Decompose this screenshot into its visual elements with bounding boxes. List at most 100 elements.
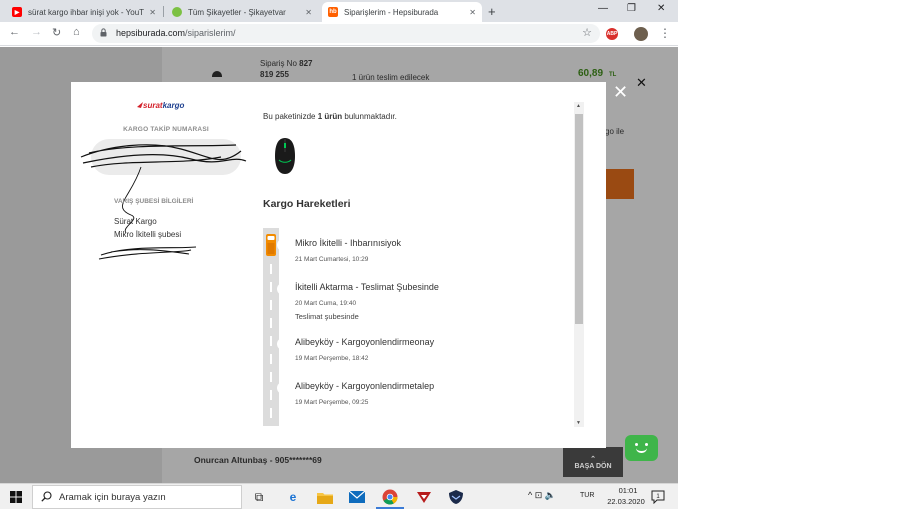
timeline-marker xyxy=(277,239,289,251)
order-number: 819 255 xyxy=(260,70,289,79)
branch-name: Mikro İkitelli şubesi xyxy=(114,230,182,239)
file-explorer-icon[interactable] xyxy=(316,488,334,506)
clock-date[interactable]: 22.03.2020 xyxy=(603,497,649,506)
chat-eye xyxy=(645,443,648,446)
tab-title: sürat kargo ihbar inişi yok - YouT xyxy=(28,7,145,17)
svg-text:1: 1 xyxy=(656,494,660,500)
gaming-mouse-product-image[interactable] xyxy=(274,136,296,176)
return-text: go ile xyxy=(605,127,625,136)
timeline-marker xyxy=(277,283,289,295)
back-to-top-label: BAŞA DÖN xyxy=(574,462,612,470)
order-currency: TL xyxy=(609,72,617,78)
search-placeholder: Aramak için buraya yazın xyxy=(59,492,166,503)
step-date: 19 Mart Perşembe, 09:25 xyxy=(295,399,369,406)
url-path: /siparislerim/ xyxy=(185,28,236,38)
adblock-extension-icon[interactable]: ABP xyxy=(606,28,618,40)
branch-info-title: VARIŞ ŞUBESİ BİLGİLERİ xyxy=(114,198,194,205)
tab-title: Tüm Şikayetler - Şikayetvar xyxy=(188,7,286,17)
youtube-icon: ▶ xyxy=(12,7,22,17)
modal-close-icon[interactable]: ✕ xyxy=(613,83,628,101)
tab-close-icon[interactable]: ✕ xyxy=(469,8,476,17)
step-location: Alibeyköy - Kargoyonlendirmeonay xyxy=(295,337,435,347)
chat-smile xyxy=(636,448,647,453)
browser-menu-icon[interactable]: ⋮ xyxy=(659,26,671,40)
road-dash xyxy=(270,408,272,418)
customer-info: Onurcan Altunbaş - 905*******69 xyxy=(194,455,322,465)
clock-time[interactable]: 01:01 xyxy=(609,486,647,495)
hepsiburada-icon: hb xyxy=(328,7,338,17)
scrollbar-thumb[interactable] xyxy=(575,114,583,324)
step-date: 19 Mart Perşembe, 18:42 xyxy=(295,355,369,362)
tracking-number-title: KARGO TAKİP NUMARASI xyxy=(123,126,209,133)
game-app-icon[interactable] xyxy=(415,488,433,506)
tab-hepsiburada[interactable]: hb Siparişlerim - Hepsiburada ✕ xyxy=(322,2,482,22)
windows-taskbar: Aramak için buraya yazın ⧉ e ^ ⊡ 🔈 TUR 0… xyxy=(0,483,678,509)
back-arrow-icon[interactable]: ← xyxy=(9,26,20,38)
step-date: 20 Mart Cuma, 19:40 xyxy=(295,300,357,307)
scroll-down-arrow-icon[interactable]: ▼ xyxy=(576,420,581,426)
tab-title: Siparişlerim - Hepsiburada xyxy=(344,7,439,17)
timeline-marker xyxy=(277,382,289,394)
road-dash xyxy=(270,354,272,364)
road-dash xyxy=(270,318,272,328)
page-close-icon[interactable]: ✕ xyxy=(636,75,647,91)
step-note: Teslimat şubesinde xyxy=(295,312,359,321)
order-product-thumbnail xyxy=(212,71,222,77)
mail-icon[interactable] xyxy=(348,488,366,506)
system-tray-icons[interactable]: ^ ⊡ 🔈 xyxy=(528,490,556,501)
step-location: İkitelli Aktarma - Teslimat Şubesinde xyxy=(295,282,439,292)
delivery-status: 1 ürün teslim edilecek xyxy=(352,73,430,82)
cargo-movements-title: Kargo Hareketleri xyxy=(263,198,351,210)
browser-toolbar: ← → ↻ ⌂ hepsiburada.com/siparislerim/ ☆ xyxy=(0,22,678,46)
road-dash xyxy=(270,264,272,274)
tab-youtube[interactable]: ▶ sürat kargo ihbar inişi yok - YouT ✕ xyxy=(6,2,162,22)
taskbar-search[interactable]: Aramak için buraya yazın xyxy=(32,485,242,509)
road-dash xyxy=(270,336,272,346)
shield-app-icon[interactable] xyxy=(447,488,465,506)
scroll-up-arrow-icon[interactable]: ▲ xyxy=(576,103,581,109)
address-bar[interactable]: hepsiburada.com/siparislerim/ ☆ xyxy=(92,24,600,43)
timeline-marker xyxy=(277,338,289,350)
branch-company: Sürat Kargo xyxy=(114,217,157,226)
package-info: Bu paketinizde 1 ürün bulunmaktadır. xyxy=(263,112,397,121)
chrome-icon[interactable] xyxy=(381,488,399,506)
new-tab-button[interactable]: + xyxy=(488,4,496,19)
tab-sikayetvar[interactable]: Tüm Şikayetler - Şikayetvar ✕ xyxy=(166,2,318,22)
language-indicator[interactable]: TUR xyxy=(580,492,594,499)
window-close-button[interactable]: ✕ xyxy=(657,3,665,14)
windows-start-icon[interactable] xyxy=(10,491,22,503)
url-host: hepsiburada.com xyxy=(116,28,186,38)
browser-tab-strip: ▶ sürat kargo ihbar inişi yok - YouT ✕ T… xyxy=(0,0,678,22)
modal-scrollbar[interactable]: ▲ ▼ xyxy=(574,102,584,427)
bookmark-star-icon[interactable]: ☆ xyxy=(582,26,592,39)
cargo-tracking-modal: suratkargo KARGO TAKİP NUMARASI VARIŞ ŞU… xyxy=(71,82,606,448)
notification-center-icon[interactable]: 1 xyxy=(651,490,665,504)
step-date: 21 Mart Cumartesi, 10:29 xyxy=(295,256,369,263)
chevron-up-icon: ⌃ xyxy=(590,455,596,463)
back-to-top-button[interactable]: ⌃ BAŞA DÖN xyxy=(563,447,623,477)
url-text: hepsiburada.com/siparislerim/ xyxy=(116,28,236,38)
tab-close-icon[interactable]: ✕ xyxy=(305,8,312,17)
home-icon[interactable]: ⌂ xyxy=(73,26,80,38)
truck-icon xyxy=(266,234,276,256)
order-label: Sipariş No 827 xyxy=(260,59,313,68)
reload-icon[interactable]: ↻ xyxy=(52,26,61,39)
lock-icon xyxy=(100,28,107,37)
search-icon xyxy=(41,491,52,502)
edge-icon[interactable]: e xyxy=(284,488,302,506)
tab-separator xyxy=(163,6,164,17)
sikayetvar-icon xyxy=(172,7,182,17)
chat-bot-button[interactable] xyxy=(625,435,658,461)
forward-arrow-icon[interactable]: → xyxy=(31,26,42,38)
maximize-button[interactable]: ❐ xyxy=(627,3,636,14)
tab-close-icon[interactable]: ✕ xyxy=(149,8,156,17)
task-view-icon[interactable]: ⧉ xyxy=(250,488,268,506)
step-location: Mikro İkitelli - Ihbarınısiyok xyxy=(295,238,402,248)
road-dash xyxy=(270,300,272,310)
profile-avatar[interactable] xyxy=(634,27,648,41)
minimize-button[interactable]: — xyxy=(598,3,608,14)
cargo-timeline[interactable]: Mikro İkitelli - Ihbarınısiyok 21 Mart C… xyxy=(263,228,575,426)
road-dash xyxy=(270,372,272,382)
screen: ▶ sürat kargo ihbar inişi yok - YouT ✕ T… xyxy=(0,0,900,509)
step-location: Alibeyköy - Kargoyonlendirmetalep xyxy=(295,381,435,391)
